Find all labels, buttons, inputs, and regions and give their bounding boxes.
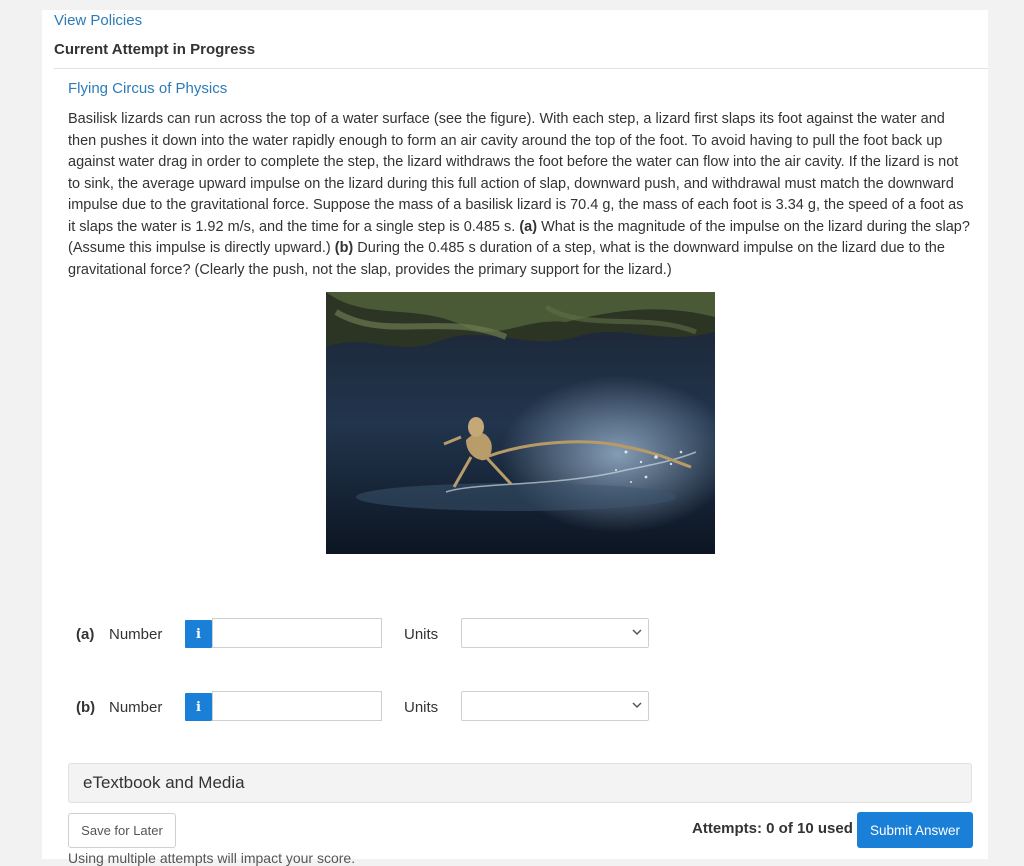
number-input-b[interactable] bbox=[212, 691, 382, 721]
question-a-part: (a) bbox=[76, 625, 95, 643]
question-b-label: Number bbox=[109, 698, 163, 716]
source-link[interactable]: Flying Circus of Physics bbox=[68, 80, 227, 97]
question-a-label: Number bbox=[109, 625, 163, 643]
divider bbox=[54, 68, 988, 69]
part-b-marker: (b) bbox=[334, 240, 354, 256]
lizard-figure bbox=[326, 292, 715, 554]
chevron-down-icon bbox=[632, 627, 642, 640]
part-a-marker: (a) bbox=[519, 218, 538, 235]
info-icon[interactable]: i bbox=[185, 620, 212, 648]
units-label-a: Units bbox=[404, 625, 439, 643]
attempts-note: Using multiple attempts will impact your… bbox=[68, 850, 356, 866]
submit-answer-button[interactable]: Submit Answer bbox=[857, 812, 973, 848]
etextbook-media-panel[interactable]: eTextbook and Media bbox=[68, 763, 972, 803]
info-icon[interactable]: i bbox=[185, 693, 212, 721]
chevron-down-icon bbox=[632, 700, 642, 713]
number-input-a[interactable] bbox=[212, 618, 382, 648]
question-b-row: (b) Number i Units bbox=[76, 691, 656, 723]
question-b-part: (b) bbox=[76, 698, 96, 716]
save-for-later-button[interactable]: Save for Later bbox=[68, 813, 176, 848]
attempts-counter: Attempts: 0 of 10 used bbox=[692, 820, 853, 837]
units-label-b: Units bbox=[404, 698, 439, 716]
attempt-title: Current Attempt in Progress bbox=[54, 41, 256, 58]
problem-text-1: Basilisk lizards can run across the top … bbox=[68, 111, 964, 235]
units-select-a[interactable] bbox=[461, 618, 649, 648]
view-policies-link[interactable]: View Policies bbox=[54, 12, 142, 29]
question-a-row: (a) Number i Units bbox=[76, 618, 656, 650]
units-select-b[interactable] bbox=[461, 691, 649, 721]
problem-statement: Basilisk lizards can run across the top … bbox=[68, 109, 974, 281]
